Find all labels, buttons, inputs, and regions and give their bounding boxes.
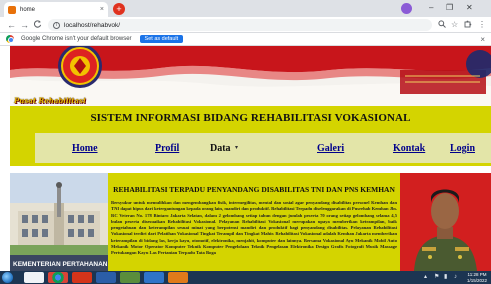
intro-panel: REHABILITASI TERPADU PENYANDANG DISABILI…: [108, 173, 400, 271]
tab-close-icon[interactable]: ×: [100, 6, 104, 13]
minimize-button[interactable]: –: [429, 3, 433, 13]
menu-kebab-icon[interactable]: ⋮: [478, 20, 486, 30]
bookmark-star-icon[interactable]: ☆: [451, 20, 458, 30]
building-photo: KEMENTERIAN PERTAHANAN: [10, 173, 108, 271]
new-tab-button[interactable]: +: [113, 3, 125, 15]
photos-taskbar-icon[interactable]: [120, 272, 140, 283]
windows-taskbar: ▴ ⚑ ▮ ♪ 11:28 PM 1/15/2022: [0, 271, 491, 284]
profile-avatar[interactable]: [401, 3, 412, 14]
explorer-taskbar-icon[interactable]: [24, 272, 44, 283]
tray-volume-icon[interactable]: ♪: [454, 274, 457, 281]
forward-arrow-icon[interactable]: →: [20, 19, 29, 31]
close-window-button[interactable]: ✕: [466, 3, 473, 13]
header-banner: Pusat Rehabilitasi: [10, 46, 491, 106]
media-taskbar-icon[interactable]: [72, 272, 92, 283]
banner-caption: Pusat Rehabilitasi: [14, 96, 86, 105]
browser-toolbar: ← → i localhost/rehabvok/ ☆ ⋮: [0, 17, 491, 33]
content-area: KEMENTERIAN PERTAHANAN REHABILITASI TERP…: [10, 166, 491, 271]
chrome-icon: [6, 35, 14, 43]
chrome-taskbar-icon[interactable]: [48, 272, 68, 283]
reload-icon[interactable]: [33, 19, 42, 32]
infobar-message: Google Chrome isn't your default browser: [21, 36, 132, 42]
tab-favicon-icon: [8, 5, 16, 14]
tab-title: home: [20, 6, 36, 13]
main-navbar: Home Profil Data ▾ Galeri Kontak Login: [10, 130, 491, 166]
clock-time: 11:28 PM: [467, 272, 487, 277]
browser-tabstrip: home × + – ❐ ✕: [0, 0, 491, 17]
zoom-icon[interactable]: [438, 20, 446, 31]
clock-date: 1/15/2022: [466, 277, 488, 283]
official-portrait: [400, 173, 491, 271]
nav-link-kontak[interactable]: Kontak: [393, 143, 425, 154]
title-band: SISTEM INFORMASI BIDANG REHABILITASI VOK…: [10, 106, 491, 130]
nav-link-profil[interactable]: Profil: [155, 143, 179, 154]
browser-tab-home[interactable]: home ×: [4, 2, 108, 17]
tray-arrow-icon[interactable]: ▴: [424, 274, 427, 281]
intro-body: Bersyukur untuk memulihkan dan mengemban…: [111, 200, 397, 256]
site-info-icon[interactable]: i: [53, 21, 60, 29]
nav-link-galeri[interactable]: Galeri: [317, 143, 344, 154]
default-browser-infobar: Google Chrome isn't your default browser…: [0, 33, 491, 46]
taskbar-clock[interactable]: 11:28 PM 1/15/2022: [466, 272, 488, 283]
nav-link-login[interactable]: Login: [450, 143, 475, 154]
back-arrow-icon[interactable]: ←: [7, 19, 16, 31]
nav-link-home[interactable]: Home: [72, 143, 98, 154]
tray-flag-icon[interactable]: ⚑: [434, 274, 439, 281]
site-title: SISTEM INFORMASI BIDANG REHABILITASI VOK…: [90, 112, 411, 124]
navbar-inner: Home Profil Data ▾ Galeri Kontak Login: [35, 133, 491, 163]
svg-text:KEMENTERIAN PERTAHANAN: KEMENTERIAN PERTAHANAN: [13, 261, 108, 268]
tray-network-icon[interactable]: ▮: [444, 274, 447, 281]
extensions-icon[interactable]: [464, 20, 472, 31]
chevron-down-icon[interactable]: ▾: [235, 144, 238, 151]
address-bar[interactable]: i localhost/rehabvok/: [48, 19, 432, 31]
url-text[interactable]: localhost/rehabvok/: [64, 22, 120, 29]
start-button[interactable]: [2, 272, 13, 283]
infobar-close-icon[interactable]: ×: [480, 35, 485, 44]
maximize-button[interactable]: ❐: [446, 3, 453, 13]
intro-heading: REHABILITASI TERPADU PENYANDANG DISABILI…: [113, 185, 395, 194]
nav-dropdown-data[interactable]: Data: [210, 143, 231, 154]
xampp-taskbar-icon[interactable]: [168, 272, 188, 283]
word-taskbar-icon[interactable]: [96, 272, 116, 283]
web-page: Pusat Rehabilitasi SISTEM INFORMASI BIDA…: [0, 46, 491, 271]
ie-taskbar-icon[interactable]: [144, 272, 164, 283]
set-default-button[interactable]: Set as default: [139, 35, 184, 43]
